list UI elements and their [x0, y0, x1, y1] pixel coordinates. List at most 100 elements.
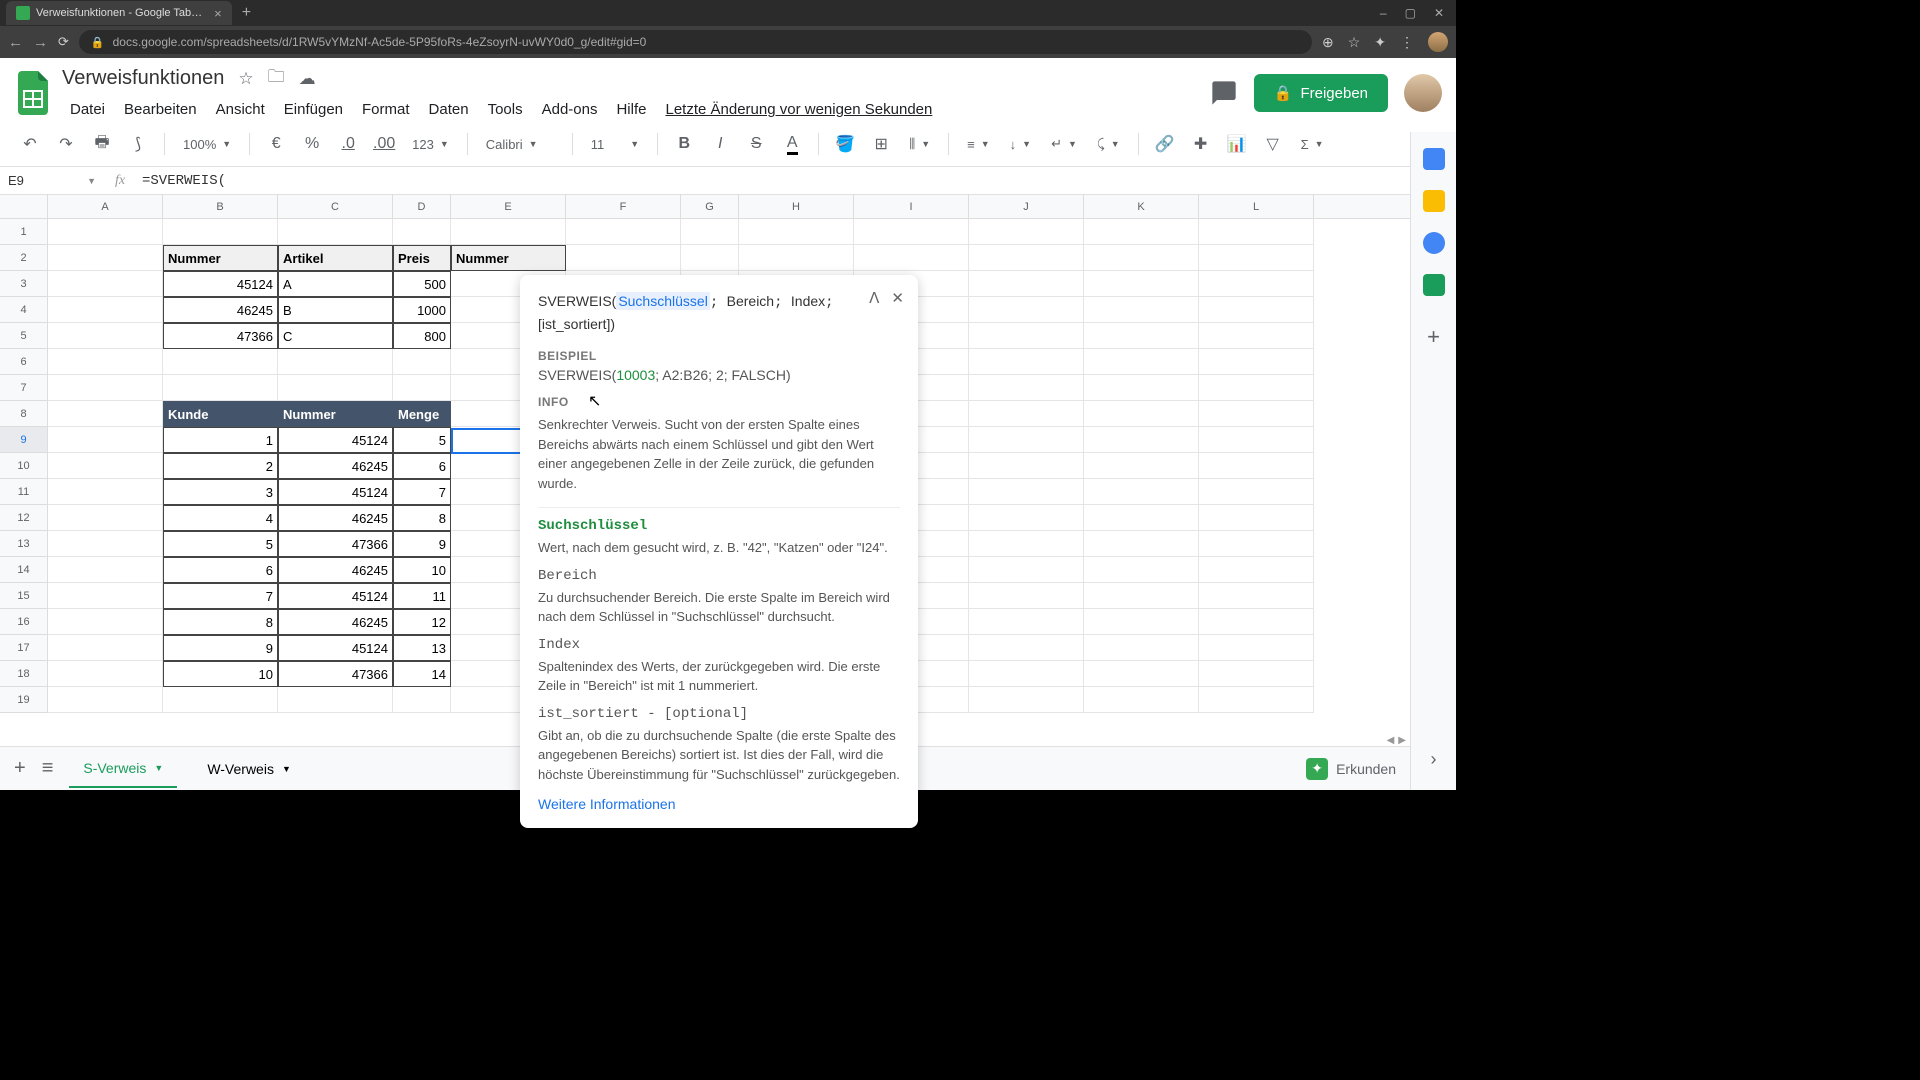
cell[interactable] [48, 453, 163, 479]
cell[interactable]: 13 [393, 635, 451, 661]
cell[interactable] [163, 687, 278, 713]
cell[interactable] [1199, 245, 1314, 271]
cell[interactable]: 8 [163, 609, 278, 635]
cell[interactable] [1084, 557, 1199, 583]
cell[interactable]: Menge [393, 401, 451, 427]
cell[interactable] [163, 219, 278, 245]
browser-profile-avatar[interactable] [1428, 32, 1448, 52]
paint-format-icon[interactable]: ⟆ [124, 130, 152, 158]
cell[interactable] [854, 245, 969, 271]
cell[interactable] [278, 219, 393, 245]
url-field[interactable]: 🔒 docs.google.com/spreadsheets/d/1RW5vYM… [79, 30, 1312, 54]
more-icon[interactable]: ⋮ [1400, 34, 1414, 51]
move-doc-icon[interactable]: 🗀 [268, 64, 285, 93]
menu-tools[interactable]: Tools [480, 97, 531, 122]
all-sheets-icon[interactable]: ≡ [42, 757, 54, 780]
italic-icon[interactable]: I [706, 130, 734, 158]
doc-title[interactable]: Verweisfunktionen [62, 67, 224, 90]
cell[interactable]: 8 [393, 505, 451, 531]
fontsize-select[interactable]: 11▼ [585, 137, 645, 152]
col-header-D[interactable]: D [393, 195, 451, 218]
menu-data[interactable]: Daten [421, 97, 477, 122]
row-header[interactable]: 19 [0, 687, 48, 713]
link-icon[interactable]: 🔗 [1151, 130, 1179, 158]
cell[interactable] [48, 479, 163, 505]
cell[interactable] [1199, 531, 1314, 557]
cell[interactable] [969, 219, 1084, 245]
browser-tab[interactable]: Verweisfunktionen - Google Tab… × [6, 1, 232, 25]
cell[interactable] [1199, 687, 1314, 713]
dec-increase-icon[interactable]: .00 [370, 130, 398, 158]
cell[interactable]: Nummer [278, 401, 393, 427]
cell[interactable] [969, 323, 1084, 349]
cell[interactable] [969, 687, 1084, 713]
cell[interactable]: 47366 [278, 661, 393, 687]
minimize-icon[interactable]: – [1380, 6, 1387, 20]
name-box-dropdown-icon[interactable]: ▼ [87, 176, 96, 186]
cell[interactable] [278, 687, 393, 713]
cell[interactable] [48, 661, 163, 687]
dec-decrease-icon[interactable]: .0 [334, 130, 362, 158]
cell[interactable] [1084, 687, 1199, 713]
cell[interactable] [1199, 323, 1314, 349]
zoom-search-icon[interactable]: ⊕ [1322, 34, 1334, 51]
currency-icon[interactable]: € [262, 130, 290, 158]
menu-insert[interactable]: Einfügen [276, 97, 351, 122]
comment-icon[interactable]: ✚ [1187, 130, 1215, 158]
row-header[interactable]: 5 [0, 323, 48, 349]
comments-icon[interactable] [1210, 79, 1238, 107]
menu-help[interactable]: Hilfe [608, 97, 654, 122]
cell[interactable] [393, 219, 451, 245]
cell[interactable] [278, 349, 393, 375]
cell[interactable] [48, 245, 163, 271]
cell[interactable] [969, 557, 1084, 583]
row-header[interactable]: 3 [0, 271, 48, 297]
cell[interactable] [1199, 349, 1314, 375]
cell[interactable] [1084, 505, 1199, 531]
print-icon[interactable]: 🖶 [88, 130, 116, 158]
col-header-K[interactable]: K [1084, 195, 1199, 218]
cell[interactable] [969, 297, 1084, 323]
cell[interactable] [1084, 271, 1199, 297]
cell[interactable]: 47366 [163, 323, 278, 349]
undo-icon[interactable]: ↶ [16, 130, 44, 158]
sheet-tab-menu-icon[interactable]: ▼ [282, 764, 291, 774]
sheet-tab-menu-icon[interactable]: ▼ [154, 763, 163, 773]
calendar-icon[interactable] [1423, 148, 1445, 170]
strike-icon[interactable]: S [742, 130, 770, 158]
cell[interactable]: Kunde [163, 401, 278, 427]
col-header-J[interactable]: J [969, 195, 1084, 218]
cell[interactable]: A [278, 271, 393, 297]
sheets-logo[interactable] [14, 67, 54, 119]
more-info-link[interactable]: Weitere Informationen [538, 796, 900, 812]
cell[interactable]: 45124 [278, 427, 393, 453]
share-button[interactable]: 🔒 Freigeben [1254, 74, 1388, 112]
cell[interactable] [969, 401, 1084, 427]
explore-button[interactable]: ✦ Erkunden [1306, 758, 1396, 780]
cell[interactable]: 11 [393, 583, 451, 609]
cell[interactable]: 800 [393, 323, 451, 349]
text-color-icon[interactable]: A [778, 130, 806, 158]
cell[interactable]: 45124 [278, 635, 393, 661]
cell[interactable] [854, 219, 969, 245]
cell[interactable] [163, 349, 278, 375]
cell[interactable] [681, 245, 739, 271]
cell[interactable]: 6 [163, 557, 278, 583]
cell[interactable]: 45124 [278, 583, 393, 609]
cell[interactable] [969, 427, 1084, 453]
cell[interactable]: 45124 [278, 479, 393, 505]
cell[interactable] [1199, 505, 1314, 531]
cell[interactable] [1199, 401, 1314, 427]
close-window-icon[interactable]: ✕ [1434, 6, 1444, 20]
cell[interactable] [1199, 427, 1314, 453]
row-header[interactable]: 15 [0, 583, 48, 609]
cell[interactable] [1199, 297, 1314, 323]
cell[interactable] [393, 375, 451, 401]
cell[interactable]: 5 [393, 427, 451, 453]
cell[interactable]: 5 [163, 531, 278, 557]
menu-format[interactable]: Format [354, 97, 418, 122]
cell[interactable] [969, 583, 1084, 609]
cell[interactable] [566, 245, 681, 271]
cell[interactable] [163, 375, 278, 401]
cell[interactable] [48, 505, 163, 531]
